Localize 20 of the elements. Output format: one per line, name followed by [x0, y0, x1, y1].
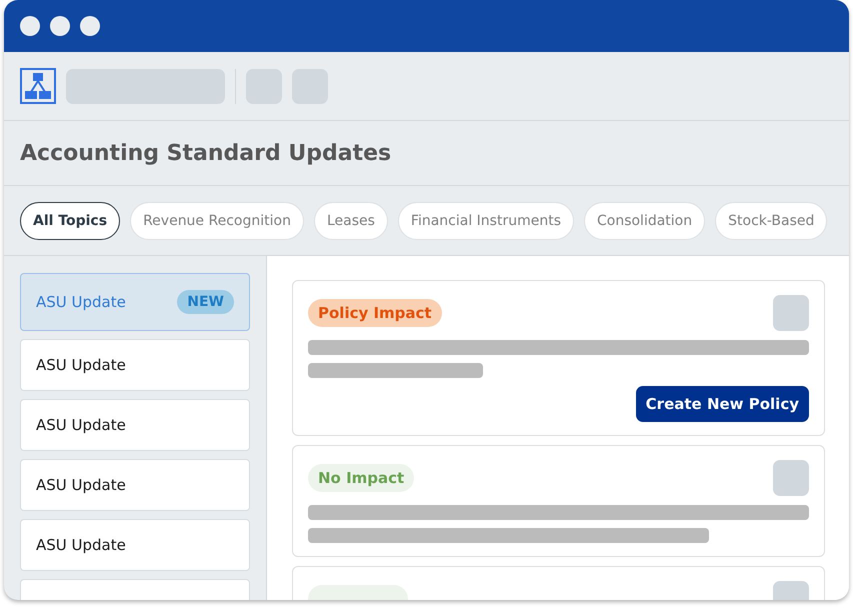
update-item[interactable]: ASU Update — [20, 339, 250, 391]
update-title: ASU Update — [36, 293, 126, 311]
update-item[interactable]: ASU Update — [20, 399, 250, 451]
update-title: ASU Update — [36, 476, 126, 494]
impact-tag: No Impact — [308, 464, 414, 492]
update-title: ASU Update — [36, 416, 126, 434]
update-item[interactable]: ASU Update — [20, 459, 250, 511]
topic-tab[interactable]: All Topics — [20, 202, 120, 240]
topic-tab[interactable]: Leases — [314, 202, 388, 240]
impact-tag: Policy Impact — [308, 299, 442, 327]
update-item[interactable]: ASU Update — [20, 519, 250, 571]
topic-tab[interactable]: Revenue Recognition — [130, 202, 304, 240]
page-title: Accounting Standard Updates — [20, 140, 392, 166]
update-title: ASU Update — [36, 536, 126, 554]
topic-tab[interactable]: Financial Instruments — [398, 202, 574, 240]
update-title: ASU Update — [36, 356, 126, 374]
create-policy-button[interactable]: Create New Policy — [636, 386, 809, 422]
topic-tab[interactable]: Stock-Based — [715, 202, 828, 240]
topic-tab[interactable]: Consolidation — [584, 202, 706, 240]
new-badge: NEW — [177, 290, 234, 314]
